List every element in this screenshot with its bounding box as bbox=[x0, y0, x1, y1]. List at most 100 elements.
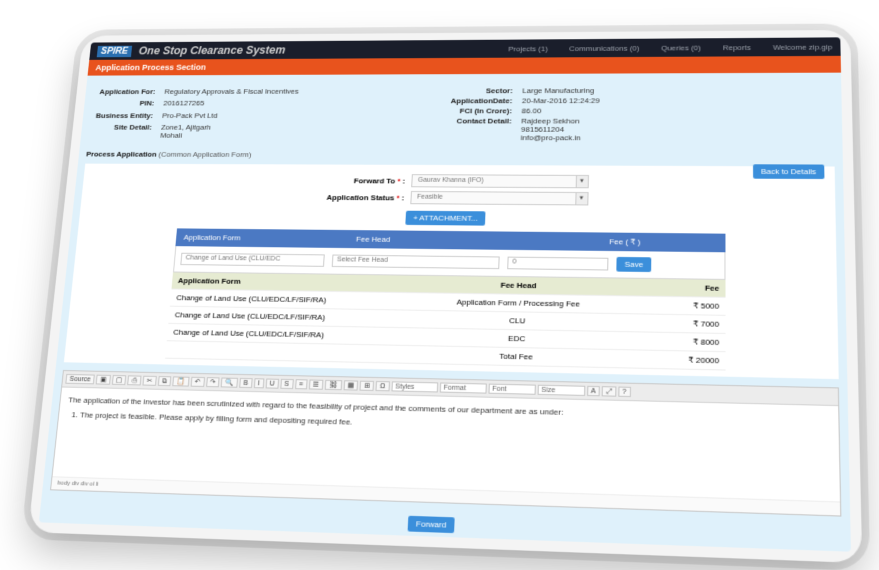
status-value: Feasible bbox=[416, 193, 443, 201]
paste-icon[interactable]: 📋 bbox=[172, 376, 190, 387]
bullet-list-icon[interactable]: ☰ bbox=[308, 379, 324, 390]
back-to-details-button[interactable]: Back to Details bbox=[752, 164, 825, 180]
th-fee-head: Fee Head bbox=[500, 280, 537, 291]
section-title-bar: Application Process Section bbox=[87, 55, 842, 76]
forward-to-label-wrap: Forward To * : bbox=[353, 176, 406, 185]
help-icon[interactable]: ? bbox=[618, 386, 631, 398]
value-business-entity: Pro-Pack Pvt Ltd bbox=[161, 111, 218, 120]
screen: SPIRE One Stop Clearance System Projects… bbox=[38, 37, 851, 552]
size-combo[interactable]: Size bbox=[537, 384, 585, 396]
required-marker: * bbox=[397, 176, 401, 185]
th-fee: Fee bbox=[704, 283, 720, 293]
cell-form: Change of Land Use (CLU/EDC/LF/SIF/RA) bbox=[174, 310, 326, 322]
fee-head-select-value: Select Fee Head bbox=[336, 256, 389, 264]
total-spacer bbox=[171, 345, 406, 359]
cut-icon[interactable]: ✂ bbox=[142, 375, 157, 386]
required-marker: * bbox=[396, 193, 400, 202]
status-row: Application Status * : Feasible ▼ bbox=[87, 189, 829, 207]
value-application-date: 20-Mar-2016 12:24:29 bbox=[521, 96, 600, 105]
fee-amount-value: 0 bbox=[512, 258, 517, 266]
fee-head-select[interactable]: Select Fee Head bbox=[331, 254, 500, 270]
nav-projects[interactable]: Projects (1) bbox=[508, 44, 548, 52]
label-sector: Sector: bbox=[485, 86, 513, 95]
process-panel: Back to Details Forward To * : Gaurav Kh… bbox=[63, 163, 839, 380]
italic-button[interactable]: I bbox=[253, 378, 265, 389]
ordered-list-icon[interactable]: ≡ bbox=[294, 379, 308, 390]
status-label-wrap: Application Status * : bbox=[326, 192, 405, 202]
special-char-icon[interactable]: Ω bbox=[375, 381, 390, 392]
copy-icon[interactable]: ⧉ bbox=[157, 376, 172, 387]
forward-to-row: Forward To * : Gaurav Khanna (IFO) ▼ bbox=[88, 173, 828, 190]
save-doc-icon[interactable]: ▣ bbox=[95, 374, 111, 385]
fee-table: Application Form Fee Head Fee Change of … bbox=[165, 272, 726, 371]
label-application-for: Application For: bbox=[99, 87, 156, 96]
value-site-detail: Zone1, Ajitgarh Mohali bbox=[159, 123, 212, 140]
value-pin: 2016127265 bbox=[162, 99, 205, 108]
value-contact-detail: Rajdeep Sekhon 9815611204 info@pro-pack.… bbox=[520, 116, 581, 143]
rich-text-editor: Source ▣ ▢ ⎙ ✂ ⧉ 📋 ↶ ↷ 🔍 B I U S ≡ ☰ ⛓ ▦… bbox=[50, 370, 842, 517]
tablet-device: SPIRE One Stop Clearance System Projects… bbox=[28, 29, 863, 564]
styles-combo[interactable]: Styles bbox=[390, 381, 438, 393]
label-contact-detail: Contact Detail: bbox=[456, 116, 512, 126]
process-title: Process Application bbox=[85, 150, 157, 159]
cell-head: CLU bbox=[509, 316, 526, 326]
application-form-select[interactable]: Change of Land Use (CLU/EDC bbox=[180, 252, 325, 267]
system-name: One Stop Clearance System bbox=[138, 43, 286, 58]
cell-fee: ₹ 7000 bbox=[692, 319, 720, 329]
value-sector: Large Manufacturing bbox=[522, 86, 595, 95]
stage: SPIRE One Stop Clearance System Projects… bbox=[0, 0, 879, 570]
process-heading: Process Application (Common Application … bbox=[86, 150, 835, 161]
source-button[interactable]: Source bbox=[65, 373, 95, 385]
info-left: Application For: Regulatory Approvals & … bbox=[93, 87, 451, 142]
new-page-icon[interactable]: ▢ bbox=[111, 375, 127, 386]
process-subtitle: (Common Application Form) bbox=[158, 150, 252, 159]
site-logo[interactable]: SPIRE bbox=[96, 45, 133, 57]
status-select[interactable]: Feasible ▼ bbox=[409, 190, 589, 206]
underline-button[interactable]: U bbox=[265, 378, 279, 389]
redo-icon[interactable]: ↷ bbox=[205, 377, 220, 388]
cell-form: Change of Land Use (CLU/EDC/LF/SIF/RA) bbox=[176, 293, 327, 305]
fee-col-fee: Fee ( ₹ ) bbox=[609, 237, 641, 247]
label-application-date: ApplicationDate: bbox=[450, 96, 513, 106]
undo-icon[interactable]: ↶ bbox=[190, 376, 205, 387]
font-combo[interactable]: Font bbox=[487, 383, 536, 395]
find-icon[interactable]: 🔍 bbox=[221, 377, 239, 388]
total-label: Total Fee bbox=[499, 351, 533, 362]
nav-welcome-user[interactable]: Welcome zip.gip bbox=[773, 42, 832, 51]
th-application-form: Application Form bbox=[177, 276, 241, 286]
nav-communications[interactable]: Communications (0) bbox=[569, 44, 639, 53]
format-combo[interactable]: Format bbox=[439, 382, 487, 394]
forward-to-select[interactable]: Gaurav Khanna (IFO) ▼ bbox=[410, 174, 589, 189]
cell-head: Application Form / Processing Fee bbox=[456, 297, 581, 309]
forward-to-value: Gaurav Khanna (IFO) bbox=[417, 176, 484, 184]
chevron-down-icon: ▼ bbox=[574, 192, 588, 205]
attachment-button[interactable]: + ATTACHMENT... bbox=[404, 210, 486, 226]
info-right: Sector: Large Manufacturing ApplicationD… bbox=[449, 86, 828, 143]
cell-head: EDC bbox=[507, 333, 526, 344]
table-icon[interactable]: ⊞ bbox=[359, 380, 375, 391]
fee-col-fee-head: Fee Head bbox=[355, 234, 391, 244]
label-fci: FCI (In Crore): bbox=[459, 106, 513, 116]
maximize-icon[interactable]: ⤢ bbox=[601, 386, 617, 397]
print-icon[interactable]: ⎙ bbox=[127, 375, 142, 386]
text-color-icon[interactable]: A bbox=[586, 385, 600, 397]
fee-amount-input[interactable]: 0 bbox=[507, 256, 609, 271]
cell-form: Change of Land Use (CLU/EDC/LF/SIF/RA) bbox=[172, 327, 325, 340]
application-form-select-value: Change of Land Use (CLU/EDC bbox=[185, 254, 281, 263]
forward-button[interactable]: Forward bbox=[407, 515, 455, 534]
status-label: Application Status bbox=[326, 192, 395, 202]
attachment-wrap: + ATTACHMENT... bbox=[85, 205, 830, 228]
save-button[interactable]: Save bbox=[616, 256, 652, 273]
fee-col-application-form: Application Form bbox=[183, 233, 241, 243]
cell-fee: ₹ 5000 bbox=[693, 301, 720, 311]
link-icon[interactable]: ⛓ bbox=[324, 379, 342, 391]
image-icon[interactable]: ▦ bbox=[343, 380, 359, 391]
label-pin: PIN: bbox=[139, 99, 155, 108]
bold-button[interactable]: B bbox=[239, 377, 253, 389]
nav-reports[interactable]: Reports bbox=[723, 43, 751, 51]
nav-queries[interactable]: Queries (0) bbox=[661, 43, 701, 51]
value-fci: 86.00 bbox=[521, 106, 542, 116]
forward-to-label: Forward To bbox=[353, 176, 396, 185]
cell-fee: ₹ 8000 bbox=[692, 337, 720, 347]
strike-button[interactable]: S bbox=[280, 378, 294, 390]
